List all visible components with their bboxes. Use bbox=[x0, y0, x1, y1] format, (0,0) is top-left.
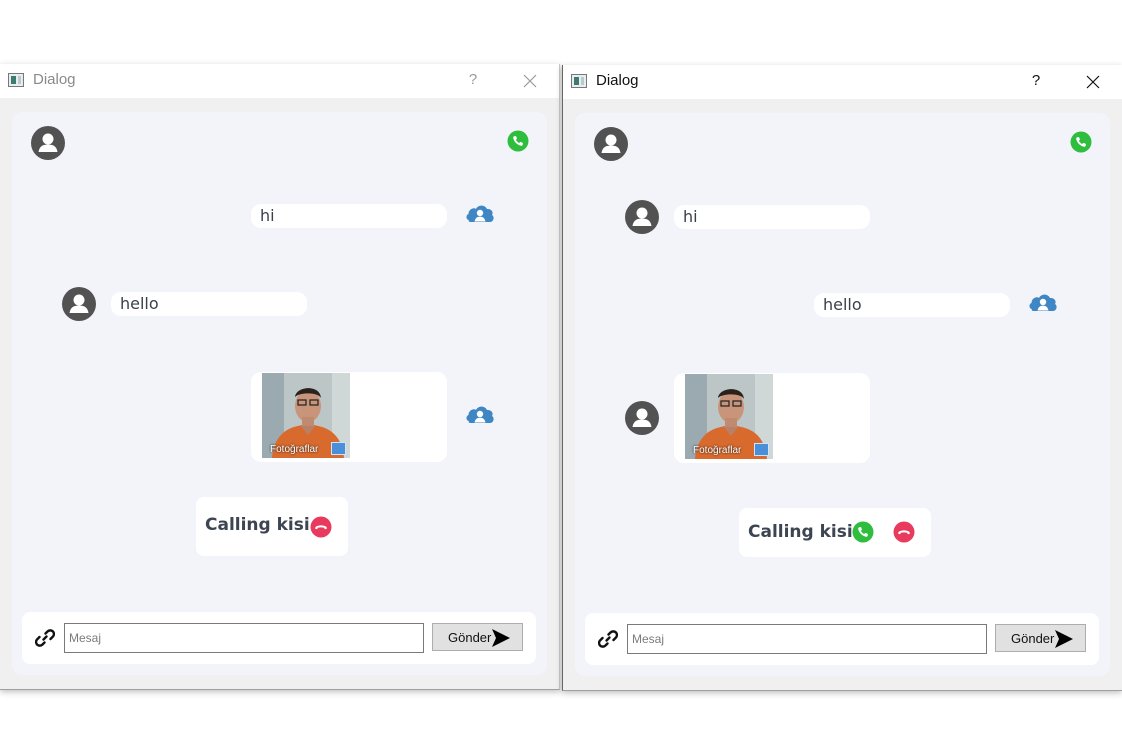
chat-panel: hi hello Fotoğraflar Calling kisi Gönder bbox=[575, 113, 1110, 676]
link-icon[interactable] bbox=[598, 629, 618, 649]
phone-accept-icon[interactable] bbox=[507, 130, 529, 152]
contact-avatar-icon[interactable] bbox=[593, 126, 629, 162]
dialog-window: Dialog ? hi hello Fotoğraflar Calling ki… bbox=[0, 64, 560, 690]
message-text: hi bbox=[683, 207, 698, 226]
phone-accept-icon[interactable] bbox=[1070, 131, 1092, 153]
phone-hangup-icon[interactable] bbox=[893, 521, 915, 543]
sent-user-icon bbox=[1028, 292, 1058, 316]
close-icon[interactable] bbox=[1082, 71, 1104, 93]
window-title: Dialog bbox=[33, 71, 76, 88]
message-input-bar: Gönder bbox=[22, 612, 536, 664]
photo-caption: Fotoğraflar bbox=[693, 445, 742, 456]
message-input-bar: Gönder bbox=[585, 613, 1099, 665]
image-message[interactable]: Fotoğraflar bbox=[674, 373, 870, 463]
calling-text: Calling kisi bbox=[748, 522, 853, 542]
close-icon[interactable] bbox=[519, 70, 541, 92]
phone-accept-icon[interactable] bbox=[852, 521, 874, 543]
photo-thumbnail[interactable]: Fotoğraflar bbox=[685, 374, 773, 459]
message-bubble-sent: hi bbox=[251, 204, 447, 228]
message-bubble-received: hi bbox=[674, 205, 870, 229]
message-bubble-received: hello bbox=[111, 292, 307, 316]
photo-caption: Fotoğraflar bbox=[270, 444, 319, 455]
window-title: Dialog bbox=[596, 72, 639, 89]
send-button-label: Gönder bbox=[1011, 631, 1055, 646]
contact-avatar-icon bbox=[624, 199, 660, 235]
send-button[interactable]: Gönder bbox=[432, 623, 523, 651]
send-button[interactable]: Gönder bbox=[995, 624, 1086, 652]
phone-hangup-icon[interactable] bbox=[310, 516, 332, 538]
help-button[interactable]: ? bbox=[463, 70, 483, 90]
message-text: hi bbox=[260, 206, 275, 225]
app-icon bbox=[8, 73, 24, 87]
app-icon bbox=[571, 74, 587, 88]
message-text: hello bbox=[823, 295, 862, 314]
sent-user-icon bbox=[465, 203, 495, 227]
photo-thumbnail[interactable]: Fotoğraflar bbox=[262, 373, 350, 458]
image-message[interactable]: Fotoğraflar bbox=[251, 372, 447, 462]
contact-avatar-icon bbox=[61, 286, 97, 322]
contact-avatar-icon bbox=[624, 400, 660, 436]
send-arrow-icon bbox=[491, 628, 511, 648]
photos-app-icon bbox=[754, 443, 769, 456]
calling-card: Calling kisi bbox=[739, 508, 931, 557]
calling-card: Calling kisi bbox=[196, 497, 348, 556]
calling-text: Calling kisi bbox=[205, 515, 310, 535]
title-bar[interactable]: Dialog ? bbox=[0, 64, 559, 98]
sent-user-icon bbox=[465, 404, 495, 428]
message-input[interactable] bbox=[64, 623, 424, 653]
chat-panel: hi hello Fotoğraflar Calling kisi Gönder bbox=[12, 112, 547, 675]
send-button-label: Gönder bbox=[448, 630, 492, 645]
message-input[interactable] bbox=[627, 624, 987, 654]
contact-avatar-icon[interactable] bbox=[30, 125, 66, 161]
help-button[interactable]: ? bbox=[1026, 71, 1046, 91]
send-arrow-icon bbox=[1054, 629, 1074, 649]
dialog-window: Dialog ? hi hello Fotoğraflar Calling ki… bbox=[562, 65, 1122, 691]
link-icon[interactable] bbox=[35, 628, 55, 648]
photos-app-icon bbox=[331, 442, 346, 455]
message-text: hello bbox=[120, 294, 159, 313]
message-bubble-sent: hello bbox=[814, 293, 1010, 317]
title-bar[interactable]: Dialog ? bbox=[563, 65, 1122, 99]
